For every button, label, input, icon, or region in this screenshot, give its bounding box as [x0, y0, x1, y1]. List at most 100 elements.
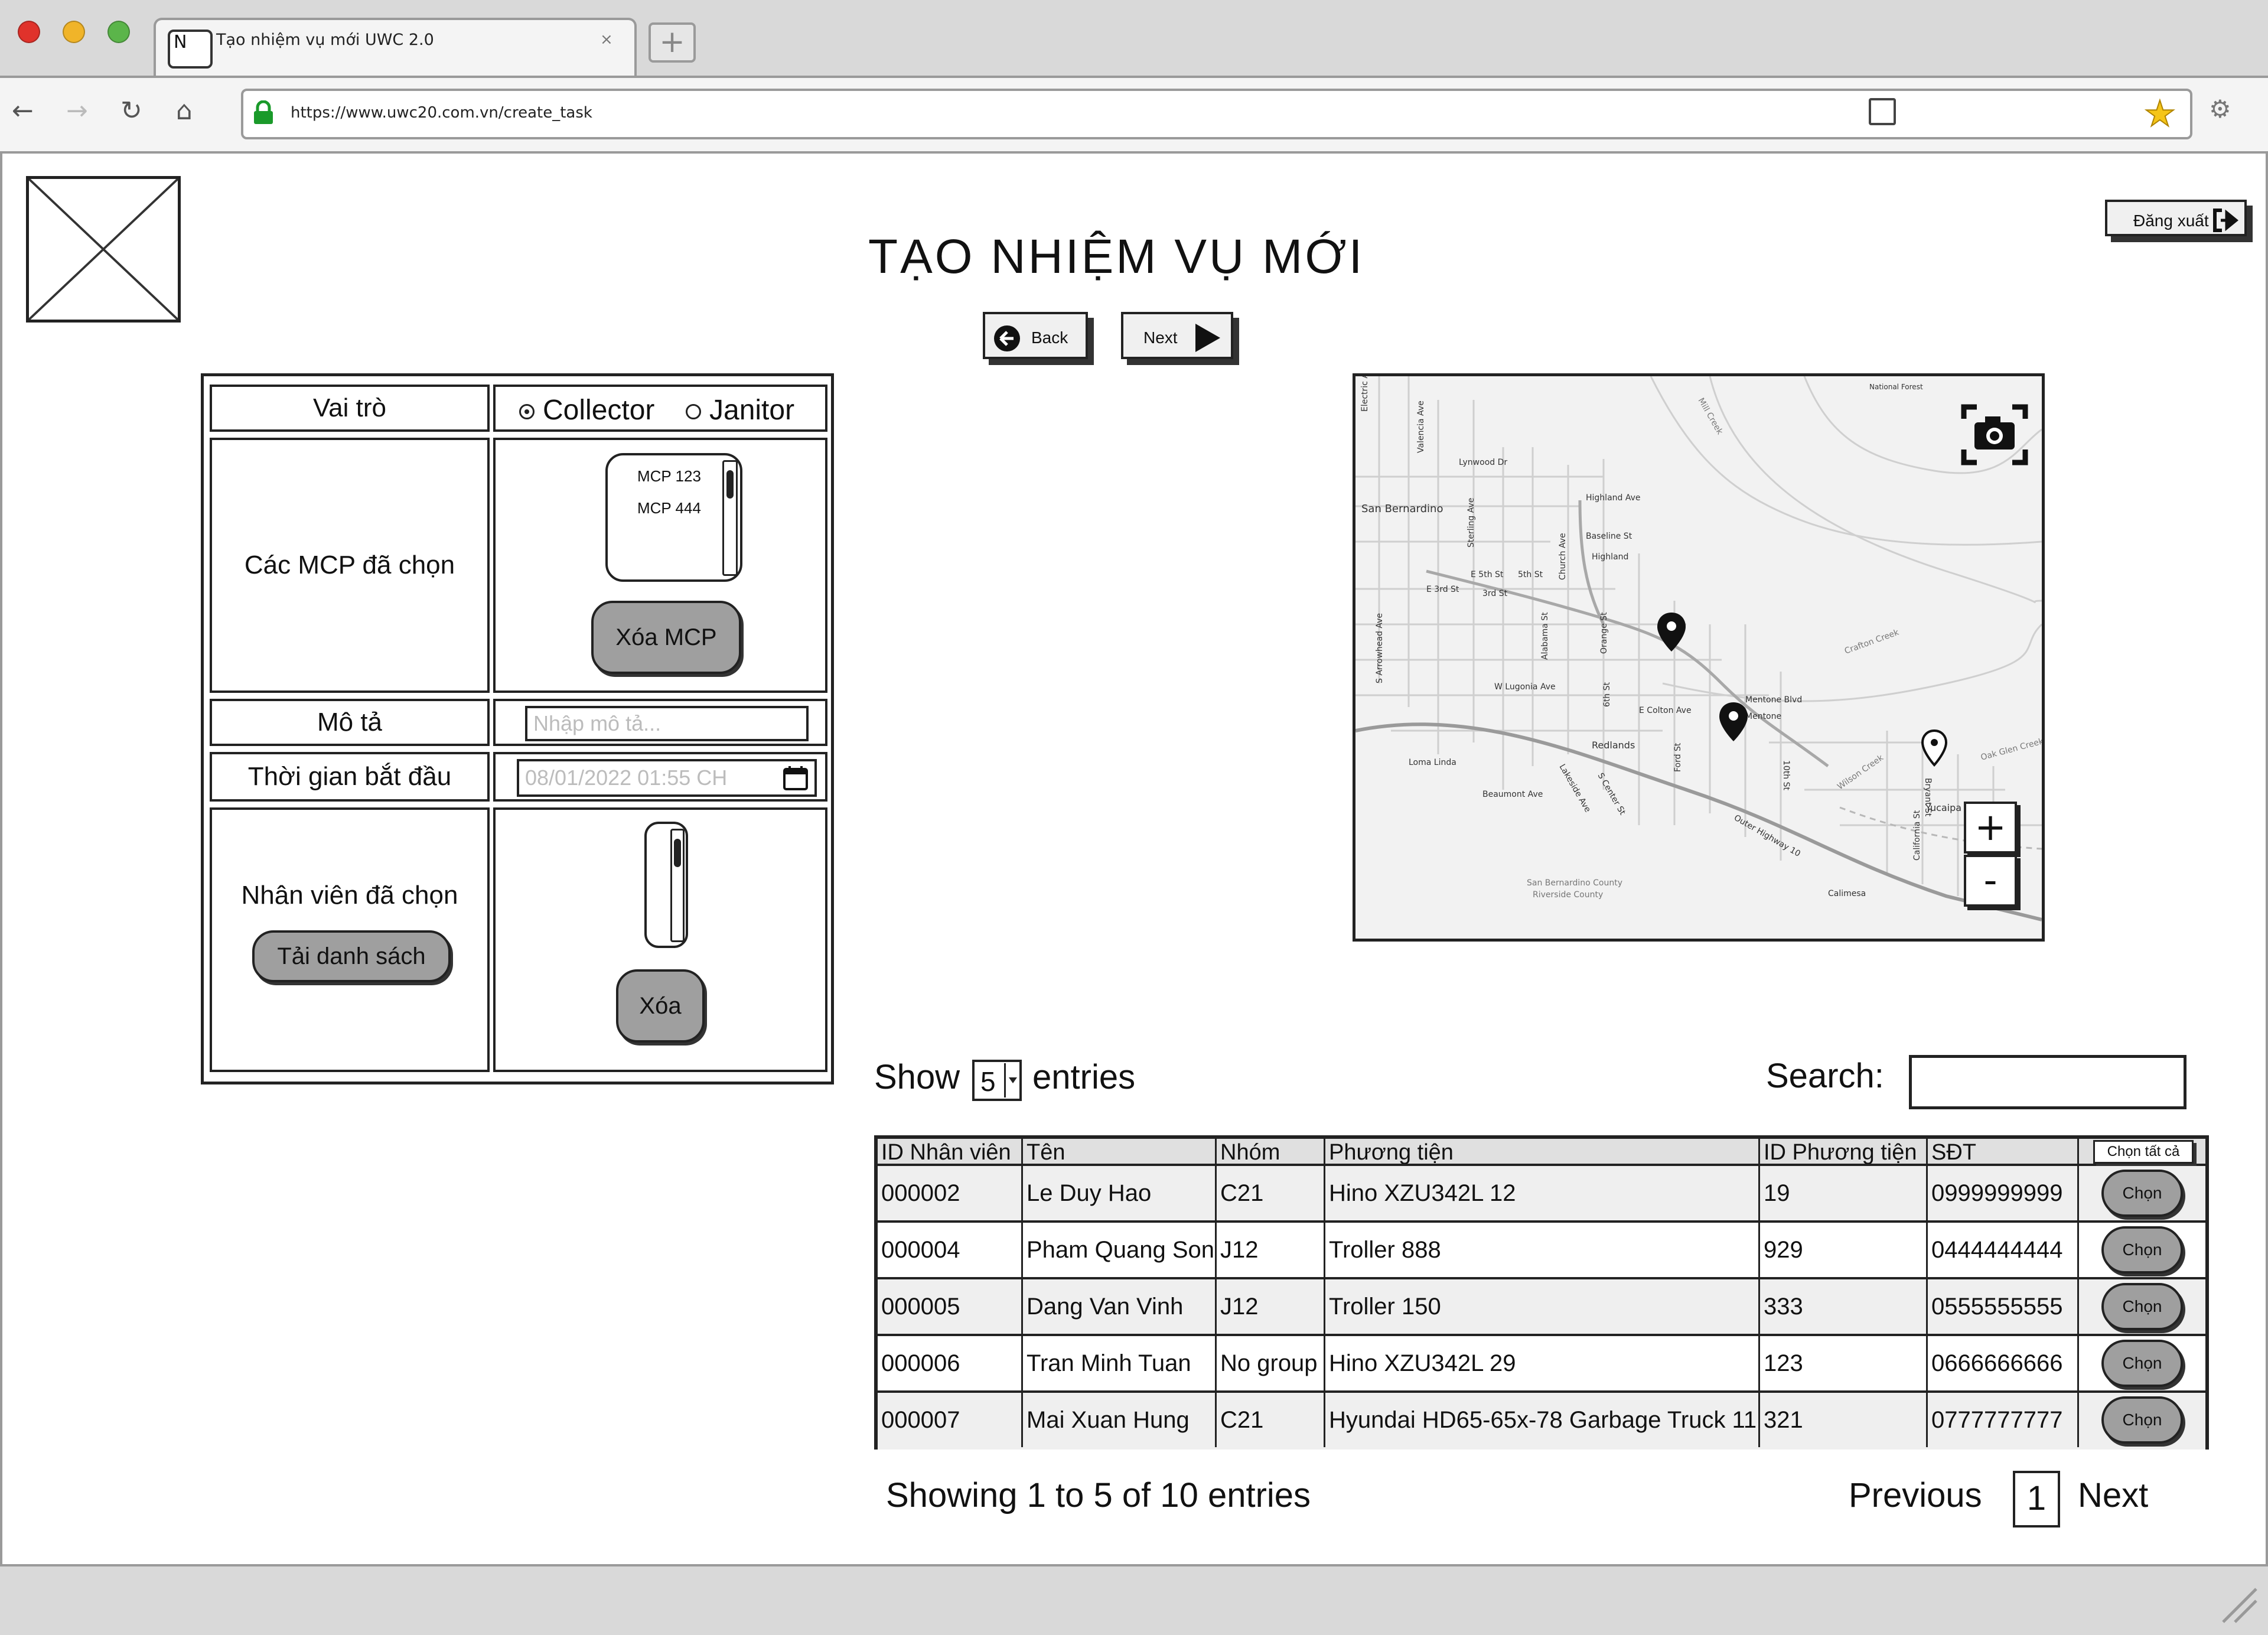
- map-label: Mill Creek: [1696, 396, 1725, 437]
- new-tab-button[interactable]: +: [649, 22, 696, 63]
- map-label: Ford St: [1673, 742, 1683, 772]
- janitor-radio[interactable]: Janitor: [686, 394, 794, 426]
- map-label: Electric Ave: [1360, 376, 1370, 412]
- chevron-down-icon: [1009, 1077, 1017, 1083]
- resize-grip-icon[interactable]: [2217, 1583, 2259, 1624]
- map-label: 5th St: [1518, 570, 1543, 579]
- select-divider: [1004, 1063, 1006, 1097]
- address-bar[interactable]: https://www.uwc20.com.vn/create_task ★: [241, 89, 2192, 139]
- cell-name: Dang Van Vinh: [1023, 1279, 1217, 1334]
- search-input[interactable]: [1909, 1055, 2186, 1109]
- star-icon[interactable]: ★: [2143, 93, 2176, 135]
- next-page-link[interactable]: Next: [2078, 1476, 2148, 1515]
- lock-icon: [254, 100, 273, 124]
- back-arrow-icon[interactable]: ←: [12, 96, 34, 126]
- table-row[interactable]: 000006 Tran Minh Tuan No group Hino XZU3…: [878, 1336, 2205, 1393]
- staff-scrollbar[interactable]: [670, 829, 685, 942]
- status-bar: [0, 1564, 2268, 1635]
- logout-label: Đăng xuất: [2133, 211, 2209, 230]
- mcp-item[interactable]: MCP 123: [637, 467, 701, 486]
- choose-button[interactable]: Chọn: [2101, 1170, 2183, 1217]
- home-icon[interactable]: ⌂: [176, 96, 193, 126]
- choose-button[interactable]: Chọn: [2101, 1283, 2183, 1330]
- role-radio-group: Collector Janitor: [493, 385, 827, 432]
- map-label: Wilson Creek: [1836, 753, 1885, 792]
- map-label: San Bernardino: [1361, 503, 1443, 515]
- table-row[interactable]: 000005 Dang Van Vinh J12 Troller 150 333…: [878, 1279, 2205, 1336]
- mcp-scrollbar[interactable]: [722, 460, 738, 576]
- minimize-window-button[interactable]: [63, 21, 85, 43]
- mcp-item[interactable]: MCP 444: [637, 499, 701, 517]
- screenshot-camera-icon[interactable]: [1961, 404, 2028, 465]
- maximize-window-button[interactable]: [107, 21, 130, 43]
- cell-phone: 0666666666: [1928, 1336, 2079, 1390]
- map-label: Calimesa: [1828, 889, 1866, 898]
- column-header[interactable]: ID Phương tiện: [1760, 1139, 1928, 1166]
- column-header[interactable]: Phương tiện: [1325, 1139, 1760, 1166]
- table-row[interactable]: 000002 Le Duy Hao C21 Hino XZU342L 12 19…: [878, 1166, 2205, 1223]
- column-header[interactable]: ID Nhân viên: [878, 1139, 1023, 1166]
- calendar-icon[interactable]: [783, 765, 809, 791]
- column-header[interactable]: Tên: [1023, 1139, 1217, 1166]
- map-canvas[interactable]: Electric Ave Valencia Ave Lynwood Dr San…: [1355, 376, 2042, 939]
- description-input[interactable]: Nhập mô tả...: [525, 706, 809, 741]
- description-cell: Nhập mô tả...: [493, 699, 827, 746]
- scroll-thumb[interactable]: [674, 839, 681, 867]
- back-button[interactable]: Back: [983, 312, 1088, 359]
- page-number-button[interactable]: 1: [2013, 1471, 2060, 1527]
- map-label: Redlands: [1592, 740, 1635, 751]
- cell-phone: 0555555555: [1928, 1279, 2079, 1334]
- map-pin-icon[interactable]: [1719, 702, 1748, 741]
- table-info: Showing 1 to 5 of 10 entries: [886, 1476, 1311, 1515]
- table-row[interactable]: 000007 Mai Xuan Hung C21 Hyundai HD65-65…: [878, 1393, 2205, 1450]
- cell-name: Pham Quang Son: [1023, 1223, 1217, 1277]
- back-label: Back: [1031, 328, 1068, 347]
- staff-label: Nhân viên đã chọn: [241, 881, 458, 910]
- cell-vehicle: Troller 888: [1325, 1223, 1760, 1277]
- cell-staff-id: 000002: [878, 1166, 1023, 1220]
- reload-icon[interactable]: ↻: [120, 96, 142, 126]
- url-text[interactable]: https://www.uwc20.com.vn/create_task: [291, 104, 592, 122]
- cell-group: C21: [1217, 1166, 1325, 1220]
- bookmark-icon[interactable]: [1869, 98, 1896, 125]
- staff-listbox[interactable]: [644, 822, 688, 948]
- search-label: Search:: [1766, 1057, 1884, 1095]
- map-label: Beaumont Ave: [1482, 790, 1543, 799]
- choose-button[interactable]: Chọn: [2101, 1396, 2183, 1444]
- page-size-select[interactable]: 5: [972, 1060, 1022, 1101]
- cell-vehicle-id: 19: [1760, 1166, 1928, 1220]
- map-label: Highland Ave: [1586, 493, 1641, 503]
- select-all-button[interactable]: Chọn tất cả: [2093, 1140, 2194, 1164]
- start-time-input[interactable]: 08/01/2022 01:55 CH: [517, 759, 817, 797]
- collector-radio[interactable]: Collector: [519, 394, 654, 426]
- table-row[interactable]: 000004 Pham Quang Son J12 Troller 888 92…: [878, 1223, 2205, 1279]
- cell-vehicle-id: 321: [1760, 1393, 1928, 1447]
- previous-page-link[interactable]: Previous: [1849, 1476, 1982, 1515]
- delete-staff-button[interactable]: Xóa: [616, 969, 705, 1043]
- delete-mcp-button[interactable]: Xóa MCP: [591, 601, 741, 674]
- mcp-label: Các MCP đã chọn: [244, 551, 455, 579]
- column-header[interactable]: SĐT: [1928, 1139, 2079, 1166]
- next-button[interactable]: Next: [1121, 312, 1233, 359]
- map-view[interactable]: Electric Ave Valencia Ave Lynwood Dr San…: [1353, 373, 2045, 942]
- start-time-label: Thời gian bắt đầu: [247, 762, 452, 791]
- cell-group: J12: [1217, 1279, 1325, 1334]
- cell-group: J12: [1217, 1223, 1325, 1277]
- map-pin-icon[interactable]: [1657, 613, 1686, 652]
- map-pin-outline-icon[interactable]: [1921, 729, 1948, 767]
- scroll-thumb[interactable]: [726, 470, 734, 499]
- logout-button[interactable]: Đăng xuất: [2105, 200, 2247, 236]
- zoom-in-button[interactable]: +: [1964, 802, 2017, 854]
- gear-icon[interactable]: ⚙: [2209, 95, 2231, 123]
- mcp-listbox[interactable]: MCP 123 MCP 444: [605, 453, 742, 582]
- close-window-button[interactable]: [18, 21, 40, 43]
- browser-tab[interactable]: N Tạo nhiệm vụ mới UWC 2.0 ×: [154, 18, 637, 78]
- load-list-button[interactable]: Tải danh sách: [252, 930, 451, 982]
- choose-button[interactable]: Chọn: [2101, 1340, 2183, 1387]
- column-header[interactable]: Nhóm: [1217, 1139, 1325, 1166]
- logout-icon: [2213, 209, 2238, 232]
- tab-close-icon[interactable]: ×: [600, 31, 613, 48]
- forward-arrow-icon[interactable]: →: [66, 96, 88, 126]
- zoom-out-button[interactable]: -: [1964, 855, 2017, 907]
- choose-button[interactable]: Chọn: [2101, 1226, 2183, 1274]
